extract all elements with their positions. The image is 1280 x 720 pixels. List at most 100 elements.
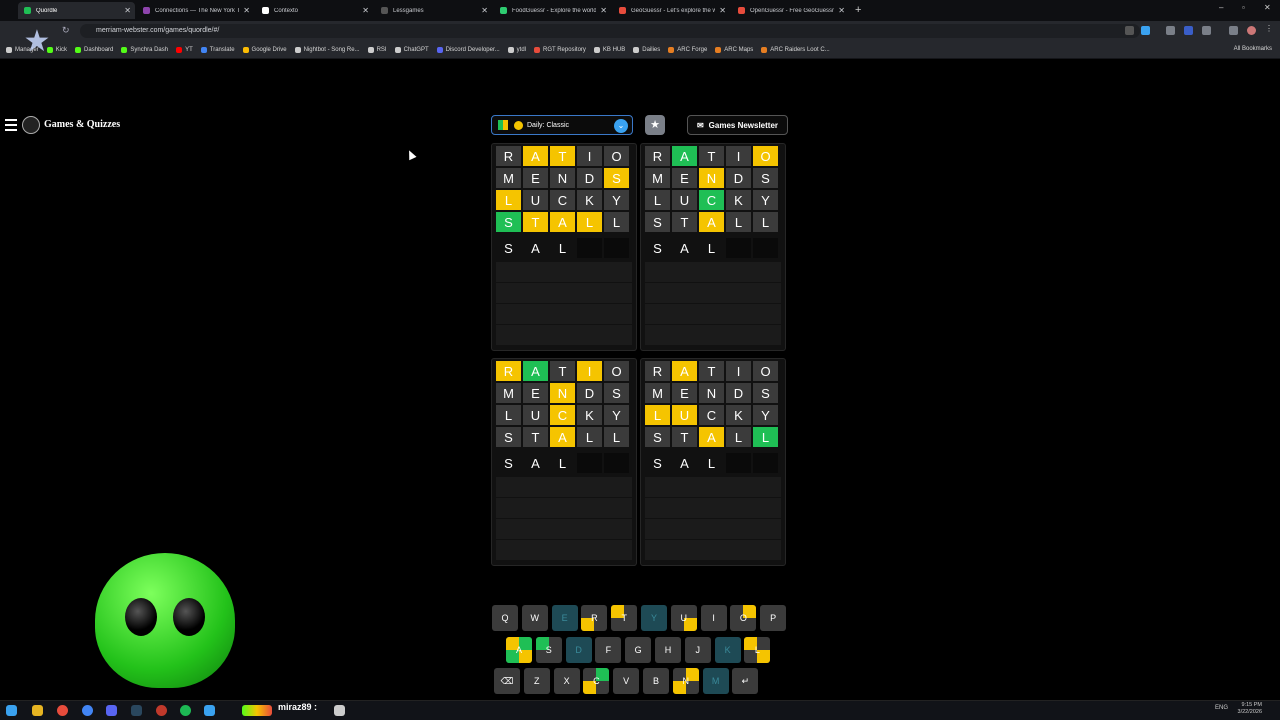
bookmark-item[interactable]: ARC Raiders Loot C... <box>761 46 830 53</box>
bookmark-star-icon[interactable] <box>1141 26 1150 35</box>
bookmark-item[interactable]: ytdl <box>507 46 526 53</box>
keyboard-key-f[interactable]: F <box>595 637 622 663</box>
letter-tile: S <box>645 212 670 232</box>
steam-icon[interactable] <box>131 705 142 716</box>
letter-tile: I <box>577 361 602 381</box>
app-icon[interactable] <box>57 705 68 716</box>
maximize-icon[interactable]: ▫ <box>1242 3 1245 12</box>
keyboard-key-y[interactable]: Y <box>641 605 667 631</box>
bookmark-item[interactable]: Synchra Dash <box>121 46 168 53</box>
keyboard-key-d[interactable]: D <box>565 637 592 663</box>
merriam-webster-logo[interactable] <box>22 116 40 134</box>
keyboard-key-n[interactable]: N <box>672 668 699 694</box>
bookmark-item[interactable]: Discord Developer... <box>436 46 500 53</box>
keyboard-key-s[interactable]: S <box>535 637 562 663</box>
browser-tab[interactable]: Contexto ✕ <box>256 2 373 19</box>
keyboard-key-v[interactable]: V <box>613 668 640 694</box>
letter-tile: A <box>672 146 697 166</box>
keyboard-key-b[interactable]: B <box>643 668 669 694</box>
keyboard-key-j[interactable]: J <box>684 637 711 663</box>
reload-icon[interactable]: ↻ <box>62 25 70 36</box>
bookmark-item[interactable]: Dashboard <box>75 46 113 53</box>
spotify-icon[interactable] <box>180 705 191 716</box>
keyboard-key-t[interactable]: T <box>611 605 638 631</box>
bookmark-favicon-icon <box>6 46 12 53</box>
star-icon[interactable]: ★ <box>645 115 665 135</box>
keyboard-key-m[interactable]: M <box>702 668 729 694</box>
system-clock[interactable]: 9:15 PM 3/22/2026 <box>1238 702 1262 716</box>
profile-avatar[interactable] <box>1247 26 1256 35</box>
new-tab-button[interactable]: + <box>855 4 861 16</box>
keyboard-key-a[interactable]: A <box>506 637 532 663</box>
tab-favicon-icon <box>143 7 150 14</box>
tab-close-icon[interactable]: ✕ <box>481 6 488 15</box>
keyboard-key-i[interactable]: I <box>700 605 727 631</box>
browser-tab[interactable]: OpenGuessr - Free GeoGuessr ✕ <box>732 2 849 19</box>
all-bookmarks-link[interactable]: All Bookmarks <box>1234 46 1272 52</box>
extension-icon[interactable] <box>1202 26 1211 35</box>
browser-tab[interactable]: FoodGuessr - Explore the world ✕ <box>494 2 611 19</box>
zoom-icon[interactable] <box>1125 26 1134 35</box>
keyboard-key-h[interactable]: H <box>655 637 681 663</box>
keyboard-key-g[interactable]: G <box>625 637 652 663</box>
keyboard-key-l[interactable]: L <box>744 637 771 663</box>
keyboard-key-enter[interactable]: ↵ <box>732 668 759 694</box>
keyboard-key-p[interactable]: P <box>760 605 787 631</box>
tab-close-icon[interactable]: ✕ <box>243 6 250 15</box>
keyboard-key-backspace[interactable]: ⌫ <box>494 668 520 694</box>
bookmark-item[interactable]: Nightbot - Song Re... <box>294 46 360 53</box>
bookmark-item[interactable]: Dailies <box>633 46 660 53</box>
tab-close-icon[interactable]: ✕ <box>838 6 845 15</box>
file-explorer-icon[interactable] <box>32 705 43 716</box>
opera-icon[interactable] <box>156 705 167 716</box>
tab-close-icon[interactable]: ✕ <box>600 6 607 15</box>
bookmark-item[interactable]: ChatGPT <box>394 46 429 53</box>
tab-favicon-icon <box>738 7 745 14</box>
bookmark-item[interactable]: ARC Maps <box>715 46 753 53</box>
close-window-icon[interactable]: ✕ <box>1264 3 1271 12</box>
browser-tab[interactable]: GeoGuessr - Let's explore the w ✕ <box>613 2 730 19</box>
windows-start-icon[interactable] <box>6 705 17 716</box>
brand-title[interactable]: Games & Quizzes <box>44 119 120 130</box>
keyboard-key-k[interactable]: K <box>714 637 741 663</box>
tab-close-icon[interactable]: ✕ <box>719 6 726 15</box>
bookmark-favicon-icon <box>534 46 540 53</box>
keyboard-key-c[interactable]: C <box>583 668 610 694</box>
bookmark-item[interactable]: Google Drive <box>242 46 287 53</box>
app-icon[interactable] <box>204 705 215 716</box>
tab-close-icon[interactable]: ✕ <box>362 6 369 15</box>
hamburger-menu-icon[interactable] <box>5 119 17 131</box>
download-icon[interactable] <box>1229 26 1238 35</box>
browser-tab[interactable]: Lessgames ✕ <box>375 2 492 19</box>
keyboard-key-z[interactable]: Z <box>523 668 550 694</box>
chrome-icon[interactable] <box>82 705 93 716</box>
url-field[interactable]: merriam-webster.com/games/quordle/#/ <box>80 24 1140 38</box>
bookmark-item[interactable]: RSI <box>367 46 387 53</box>
bookmark-item[interactable]: RGT Repository <box>534 46 586 53</box>
extension-icon[interactable] <box>1166 26 1175 35</box>
keyboard-key-q[interactable]: Q <box>492 605 518 631</box>
tab-close-icon[interactable]: ✕ <box>124 6 131 15</box>
tab-favicon-icon <box>619 7 626 14</box>
bookmark-item[interactable]: YT <box>176 46 193 53</box>
extension-icon[interactable] <box>1184 26 1193 35</box>
keyboard-key-x[interactable]: X <box>553 668 580 694</box>
system-tray-lang[interactable]: ENG <box>1215 705 1228 711</box>
discord-icon[interactable] <box>106 705 117 716</box>
browser-tab[interactable]: Connections — The New York T ✕ <box>137 2 254 19</box>
browser-tab[interactable]: Quordle ✕ <box>18 2 135 19</box>
empty-guess-row <box>645 519 781 539</box>
keyboard-key-r[interactable]: R <box>581 605 608 631</box>
keyboard-key-w[interactable]: W <box>521 605 548 631</box>
key-label: E <box>561 613 568 623</box>
bookmark-item[interactable]: KB HUB <box>593 46 625 53</box>
newsletter-button[interactable]: ✉ Games Newsletter <box>687 115 788 135</box>
keyboard-key-u[interactable]: U <box>670 605 697 631</box>
bookmark-item[interactable]: ARC Forge <box>668 46 707 53</box>
keyboard-key-e[interactable]: E <box>551 605 578 631</box>
mode-select[interactable]: Daily: Classic ⌄ <box>491 115 633 135</box>
keyboard-key-o[interactable]: O <box>730 605 757 631</box>
more-menu-icon[interactable]: ⋮ <box>1265 24 1274 33</box>
minimize-icon[interactable]: – <box>1219 3 1223 12</box>
bookmark-item[interactable]: Translate <box>200 46 235 53</box>
